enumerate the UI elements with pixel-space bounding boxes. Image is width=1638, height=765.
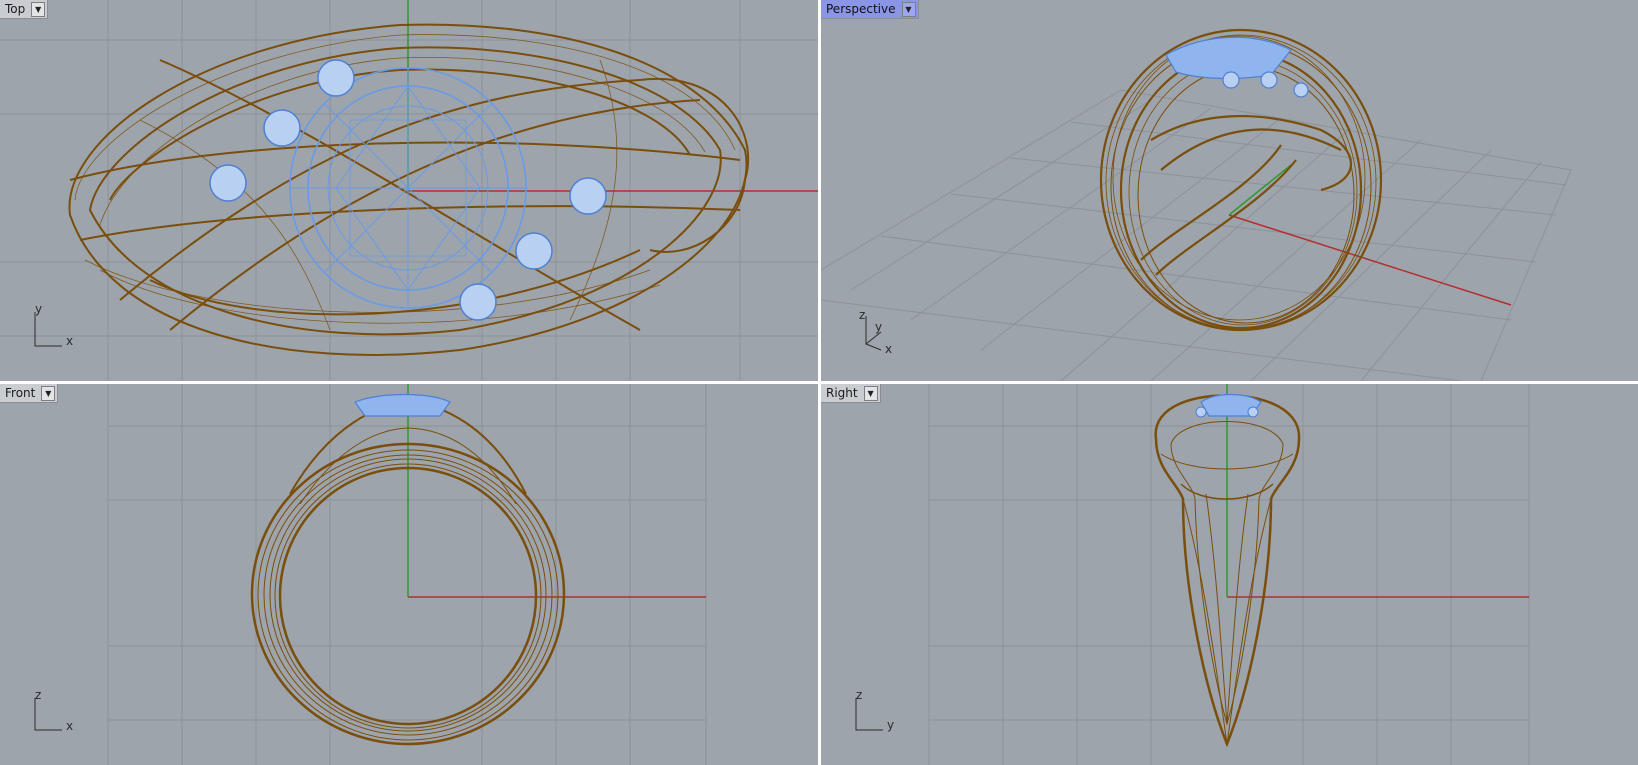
perspective-grid bbox=[821, 89, 1572, 381]
viewport-title-right: Right bbox=[826, 386, 858, 400]
axis-label-y: y bbox=[887, 718, 895, 732]
right-grid bbox=[928, 384, 1530, 765]
viewport-tab-perspective[interactable]: Perspective ▼ bbox=[821, 0, 919, 19]
axis-label-y: y bbox=[35, 302, 43, 316]
triangle-down-icon[interactable]: ▼ bbox=[901, 1, 916, 17]
axis-label-x: x bbox=[885, 342, 893, 356]
axis-label-z: z bbox=[35, 688, 42, 702]
right-scene bbox=[855, 384, 1530, 765]
x-axis-line bbox=[1228, 214, 1512, 306]
perspective-scene bbox=[821, 28, 1572, 381]
center-stone-top bbox=[289, 67, 527, 309]
triangle-down-icon[interactable]: ▼ bbox=[31, 1, 46, 17]
stone-top-front bbox=[354, 393, 451, 417]
viewport-perspective[interactable]: Perspective ▼ z y x bbox=[821, 0, 1638, 381]
viewport-title-front: Front bbox=[5, 386, 36, 400]
viewport-tab-right[interactable]: Right ▼ bbox=[821, 384, 881, 403]
axis-label-x: x bbox=[66, 719, 74, 733]
axis-label-y: y bbox=[875, 320, 883, 334]
ring-wireframe-top bbox=[68, 23, 750, 356]
viewport-title-perspective: Perspective bbox=[826, 2, 896, 16]
axis-label-z: z bbox=[856, 688, 863, 702]
viewport-tab-top[interactable]: Top ▼ bbox=[0, 0, 49, 19]
triangle-down-icon[interactable]: ▼ bbox=[863, 385, 878, 401]
viewport-right[interactable]: Right ▼ z y bbox=[821, 384, 1638, 765]
front-grid bbox=[107, 384, 707, 765]
viewport-title-top: Top bbox=[5, 2, 26, 16]
axis-label-x: x bbox=[66, 334, 74, 348]
viewport-tab-front[interactable]: Front ▼ bbox=[0, 384, 59, 403]
triangle-down-icon[interactable]: ▼ bbox=[41, 385, 56, 401]
top-scene bbox=[0, 0, 818, 381]
axis-label-z: z bbox=[859, 308, 866, 322]
viewport-front[interactable]: Front ▼ z x bbox=[0, 384, 818, 765]
front-scene bbox=[34, 384, 707, 765]
viewport-top[interactable]: Top ▼ y x bbox=[0, 0, 818, 381]
accent-stones-perspective bbox=[1222, 71, 1309, 98]
